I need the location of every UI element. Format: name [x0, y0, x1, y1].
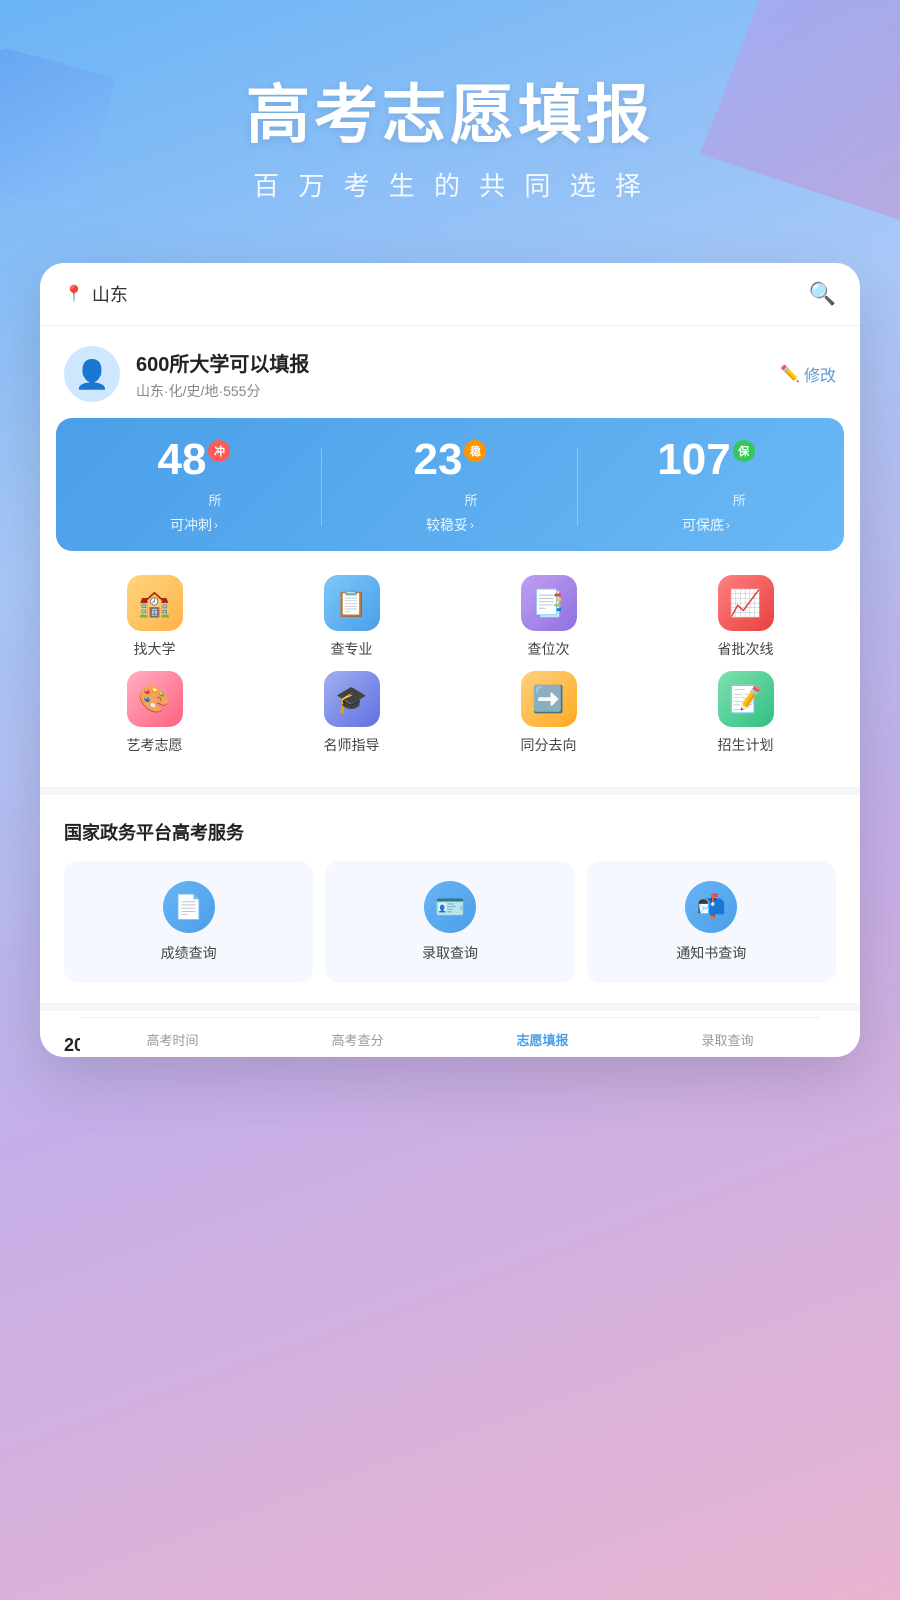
tab-label-gaokao-score: 高考查分: [331, 1033, 383, 1048]
menu-label-major: 查专业: [331, 639, 373, 659]
menu-icon-major: 📋: [324, 575, 380, 631]
stats-bar: 48 冲 所 可冲刺 › 23 稳 所 较稳妥 ›: [56, 418, 844, 551]
stat-arrow-3: ›: [726, 518, 730, 532]
menu-label-batch: 省批次线: [718, 639, 774, 659]
location-text: 山东: [92, 281, 128, 307]
tab-label-volunteer: 志愿填报: [516, 1033, 568, 1048]
avatar: 👤: [64, 346, 120, 402]
menu-icon-university: 🏫: [127, 575, 183, 631]
menu-item-art[interactable]: 🎨 艺考志愿: [115, 671, 195, 755]
menu-label-art: 艺考志愿: [127, 735, 183, 755]
tab-gaokao-time[interactable]: 高考时间: [80, 1026, 265, 1053]
user-detail: 山东·化/史/地·555分: [136, 381, 309, 401]
stat-unit-1: 所: [208, 490, 221, 509]
service-icon-score: 📄: [163, 881, 215, 933]
stat-label-3: 可保底 ›: [578, 515, 834, 535]
avatar-icon: 👤: [75, 358, 110, 391]
menu-row-1: 🏫 找大学 📋 查专业 📑 查位次 📈 省批次线: [56, 575, 844, 659]
tab-label-admission-query: 录取查询: [701, 1033, 753, 1048]
stat-label-text-1: 可冲刺: [170, 515, 212, 535]
stat-number-row-2: 23 稳 所: [322, 438, 578, 509]
menu-item-rank[interactable]: 📑 查位次: [509, 575, 589, 659]
user-left: 👤 600所大学可以填报 山东·化/史/地·555分: [64, 346, 309, 402]
stat-label-text-2: 较稳妥: [426, 515, 468, 535]
stat-arrow-1: ›: [214, 518, 218, 532]
stat-number-3: 107: [657, 438, 730, 482]
stat-badge-stable: 稳: [464, 440, 486, 462]
menu-icon-rank: 📑: [521, 575, 577, 631]
stat-badge-safe: 保: [733, 440, 755, 462]
menu-icon-samedirection: ➡️: [521, 671, 577, 727]
search-icon[interactable]: 🔍: [809, 281, 836, 307]
user-title: 600所大学可以填报: [136, 348, 309, 377]
menu-item-plan[interactable]: 📝 招生计划: [706, 671, 786, 755]
divider-1: [40, 787, 860, 795]
menu-icon-batch: 📈: [718, 575, 774, 631]
bottom-tabs: 高考时间 高考查分 志愿填报 录取查询: [80, 1017, 820, 1057]
menu-icon-art: 🎨: [127, 671, 183, 727]
location-bar: 📍 山东 🔍: [40, 263, 860, 326]
menu-item-batch[interactable]: 📈 省批次线: [706, 575, 786, 659]
service-grid: 📄 成绩查询 🪪 录取查询 📬 通知书查询: [64, 861, 836, 983]
stat-item-safe[interactable]: 107 保 所 可保底 ›: [578, 438, 834, 535]
stat-item-stable[interactable]: 23 稳 所 较稳妥 ›: [322, 438, 578, 535]
tab-admission-query[interactable]: 录取查询: [635, 1026, 820, 1053]
menu-label-teacher: 名师指导: [324, 735, 380, 755]
stat-label-1: 可冲刺 ›: [66, 515, 322, 535]
tab-volunteer[interactable]: 志愿填报: [450, 1026, 635, 1053]
stat-number-2: 23: [414, 438, 463, 482]
menu-grid: 🏫 找大学 📋 查专业 📑 查位次 📈 省批次线 🎨 艺考志愿 🎓: [40, 567, 860, 783]
menu-label-university: 找大学: [134, 639, 176, 659]
service-label-score: 成绩查询: [161, 943, 217, 963]
menu-item-major[interactable]: 📋 查专业: [312, 575, 392, 659]
divider-2: [40, 1003, 860, 1011]
user-info: 600所大学可以填报 山东·化/史/地·555分: [136, 348, 309, 401]
main-title: 高考志愿填报: [40, 80, 860, 150]
services-title: 国家政务平台高考服务: [64, 819, 836, 845]
service-label-admission: 录取查询: [422, 943, 478, 963]
location-left: 📍 山东: [64, 281, 128, 307]
menu-item-teacher[interactable]: 🎓 名师指导: [312, 671, 392, 755]
menu-item-samedirection[interactable]: ➡️ 同分去向: [509, 671, 589, 755]
menu-icon-plan: 📝: [718, 671, 774, 727]
service-item-notice[interactable]: 📬 通知书查询: [587, 861, 836, 983]
menu-label-rank: 查位次: [528, 639, 570, 659]
menu-item-university[interactable]: 🏫 找大学: [115, 575, 195, 659]
service-icon-admission: 🪪: [424, 881, 476, 933]
stat-number-row-3: 107 保 所: [578, 438, 834, 509]
user-section: 👤 600所大学可以填报 山东·化/史/地·555分 ✏️ 修改: [40, 326, 860, 418]
edit-button[interactable]: ✏️ 修改: [780, 362, 836, 386]
services-section: 国家政务平台高考服务 📄 成绩查询 🪪 录取查询 📬 通知书查询: [40, 799, 860, 999]
main-card: 📍 山东 🔍 👤 600所大学可以填报 山东·化/史/地·555分 ✏️ 修改 …: [40, 263, 860, 1057]
header: 高考志愿填报 百 万 考 生 的 共 同 选 择: [0, 0, 900, 243]
stat-item-rush[interactable]: 48 冲 所 可冲刺 ›: [66, 438, 322, 535]
service-label-notice: 通知书查询: [676, 943, 746, 963]
stat-unit-3: 所: [733, 490, 746, 509]
edit-label: 修改: [804, 362, 836, 386]
service-item-admission[interactable]: 🪪 录取查询: [325, 861, 574, 983]
menu-row-2: 🎨 艺考志愿 🎓 名师指导 ➡️ 同分去向 📝 招生计划: [56, 671, 844, 755]
stat-label-text-3: 可保底: [682, 515, 724, 535]
stat-unit-2: 所: [464, 490, 477, 509]
menu-label-plan: 招生计划: [718, 735, 774, 755]
edit-icon: ✏️: [780, 364, 800, 384]
service-item-score[interactable]: 📄 成绩查询: [64, 861, 313, 983]
service-icon-notice: 📬: [685, 881, 737, 933]
stat-badge-rush: 冲: [208, 440, 230, 462]
tab-label-gaokao-time: 高考时间: [146, 1033, 198, 1048]
menu-label-samedirection: 同分去向: [521, 735, 577, 755]
stat-arrow-2: ›: [470, 518, 474, 532]
tab-gaokao-score[interactable]: 高考查分: [265, 1026, 450, 1053]
stat-number-row-1: 48 冲 所: [66, 438, 322, 509]
sub-title: 百 万 考 生 的 共 同 选 择: [40, 166, 860, 203]
stat-number-1: 48: [158, 438, 207, 482]
stat-label-2: 较稳妥 ›: [322, 515, 578, 535]
menu-icon-teacher: 🎓: [324, 671, 380, 727]
location-icon: 📍: [64, 284, 84, 304]
